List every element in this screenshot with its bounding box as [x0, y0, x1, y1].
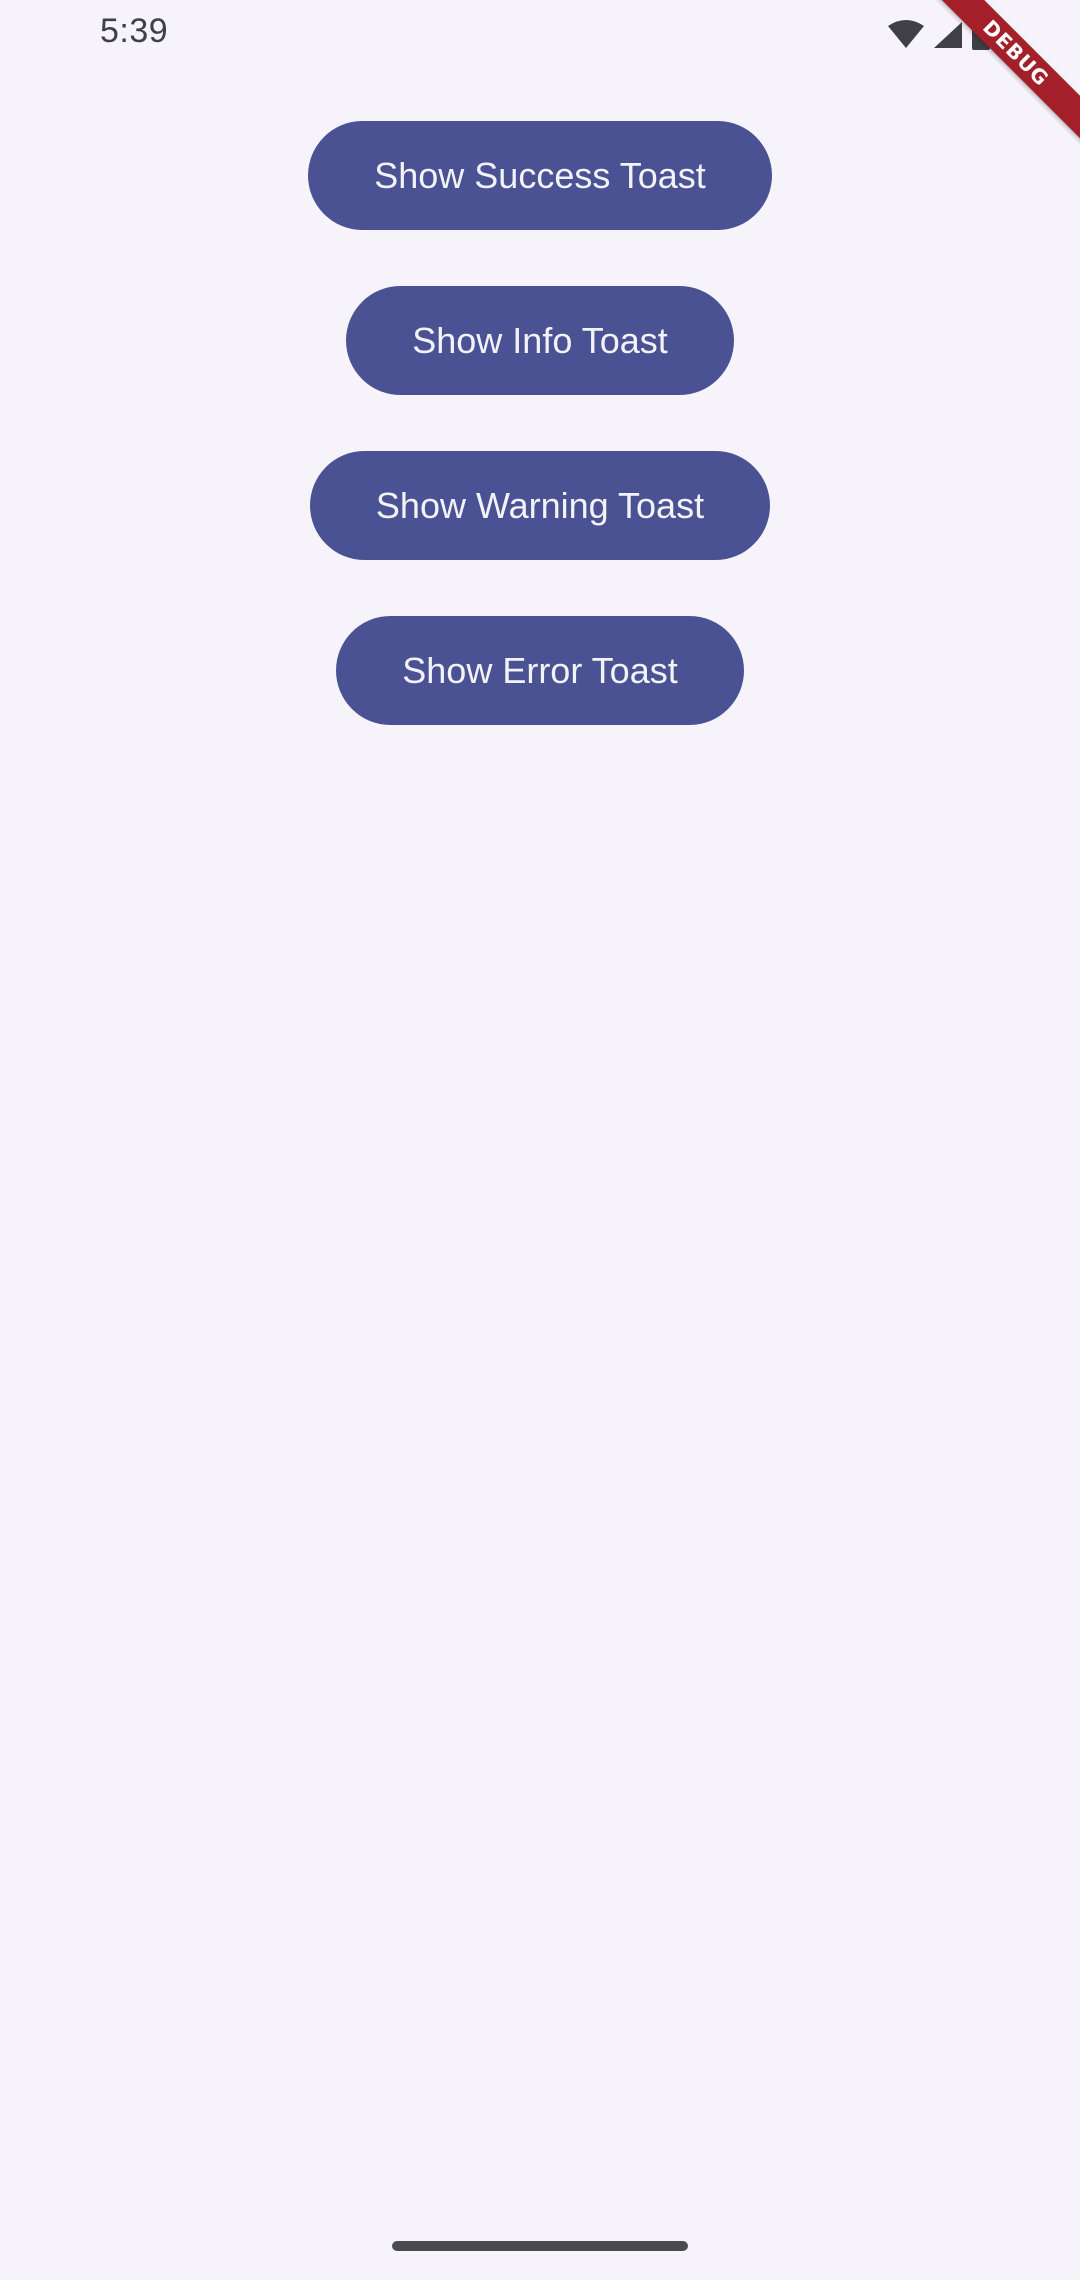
- show-error-toast-button[interactable]: Show Error Toast: [336, 616, 744, 725]
- show-warning-toast-button[interactable]: Show Warning Toast: [309, 451, 771, 560]
- status-bar: 5:39: [0, 0, 1080, 66]
- show-success-toast-button[interactable]: Show Success Toast: [308, 121, 772, 230]
- show-info-toast-button[interactable]: Show Info Toast: [346, 286, 734, 395]
- toast-button-list: Show Success Toast Show Info Toast Show …: [0, 121, 1080, 781]
- gesture-navigation-handle[interactable]: [392, 2241, 688, 2251]
- status-icons: [886, 18, 1006, 52]
- cellular-signal-icon: [934, 22, 962, 48]
- battery-icon: [972, 18, 990, 50]
- wifi-icon: [888, 20, 924, 48]
- status-time: 5:39: [100, 12, 169, 50]
